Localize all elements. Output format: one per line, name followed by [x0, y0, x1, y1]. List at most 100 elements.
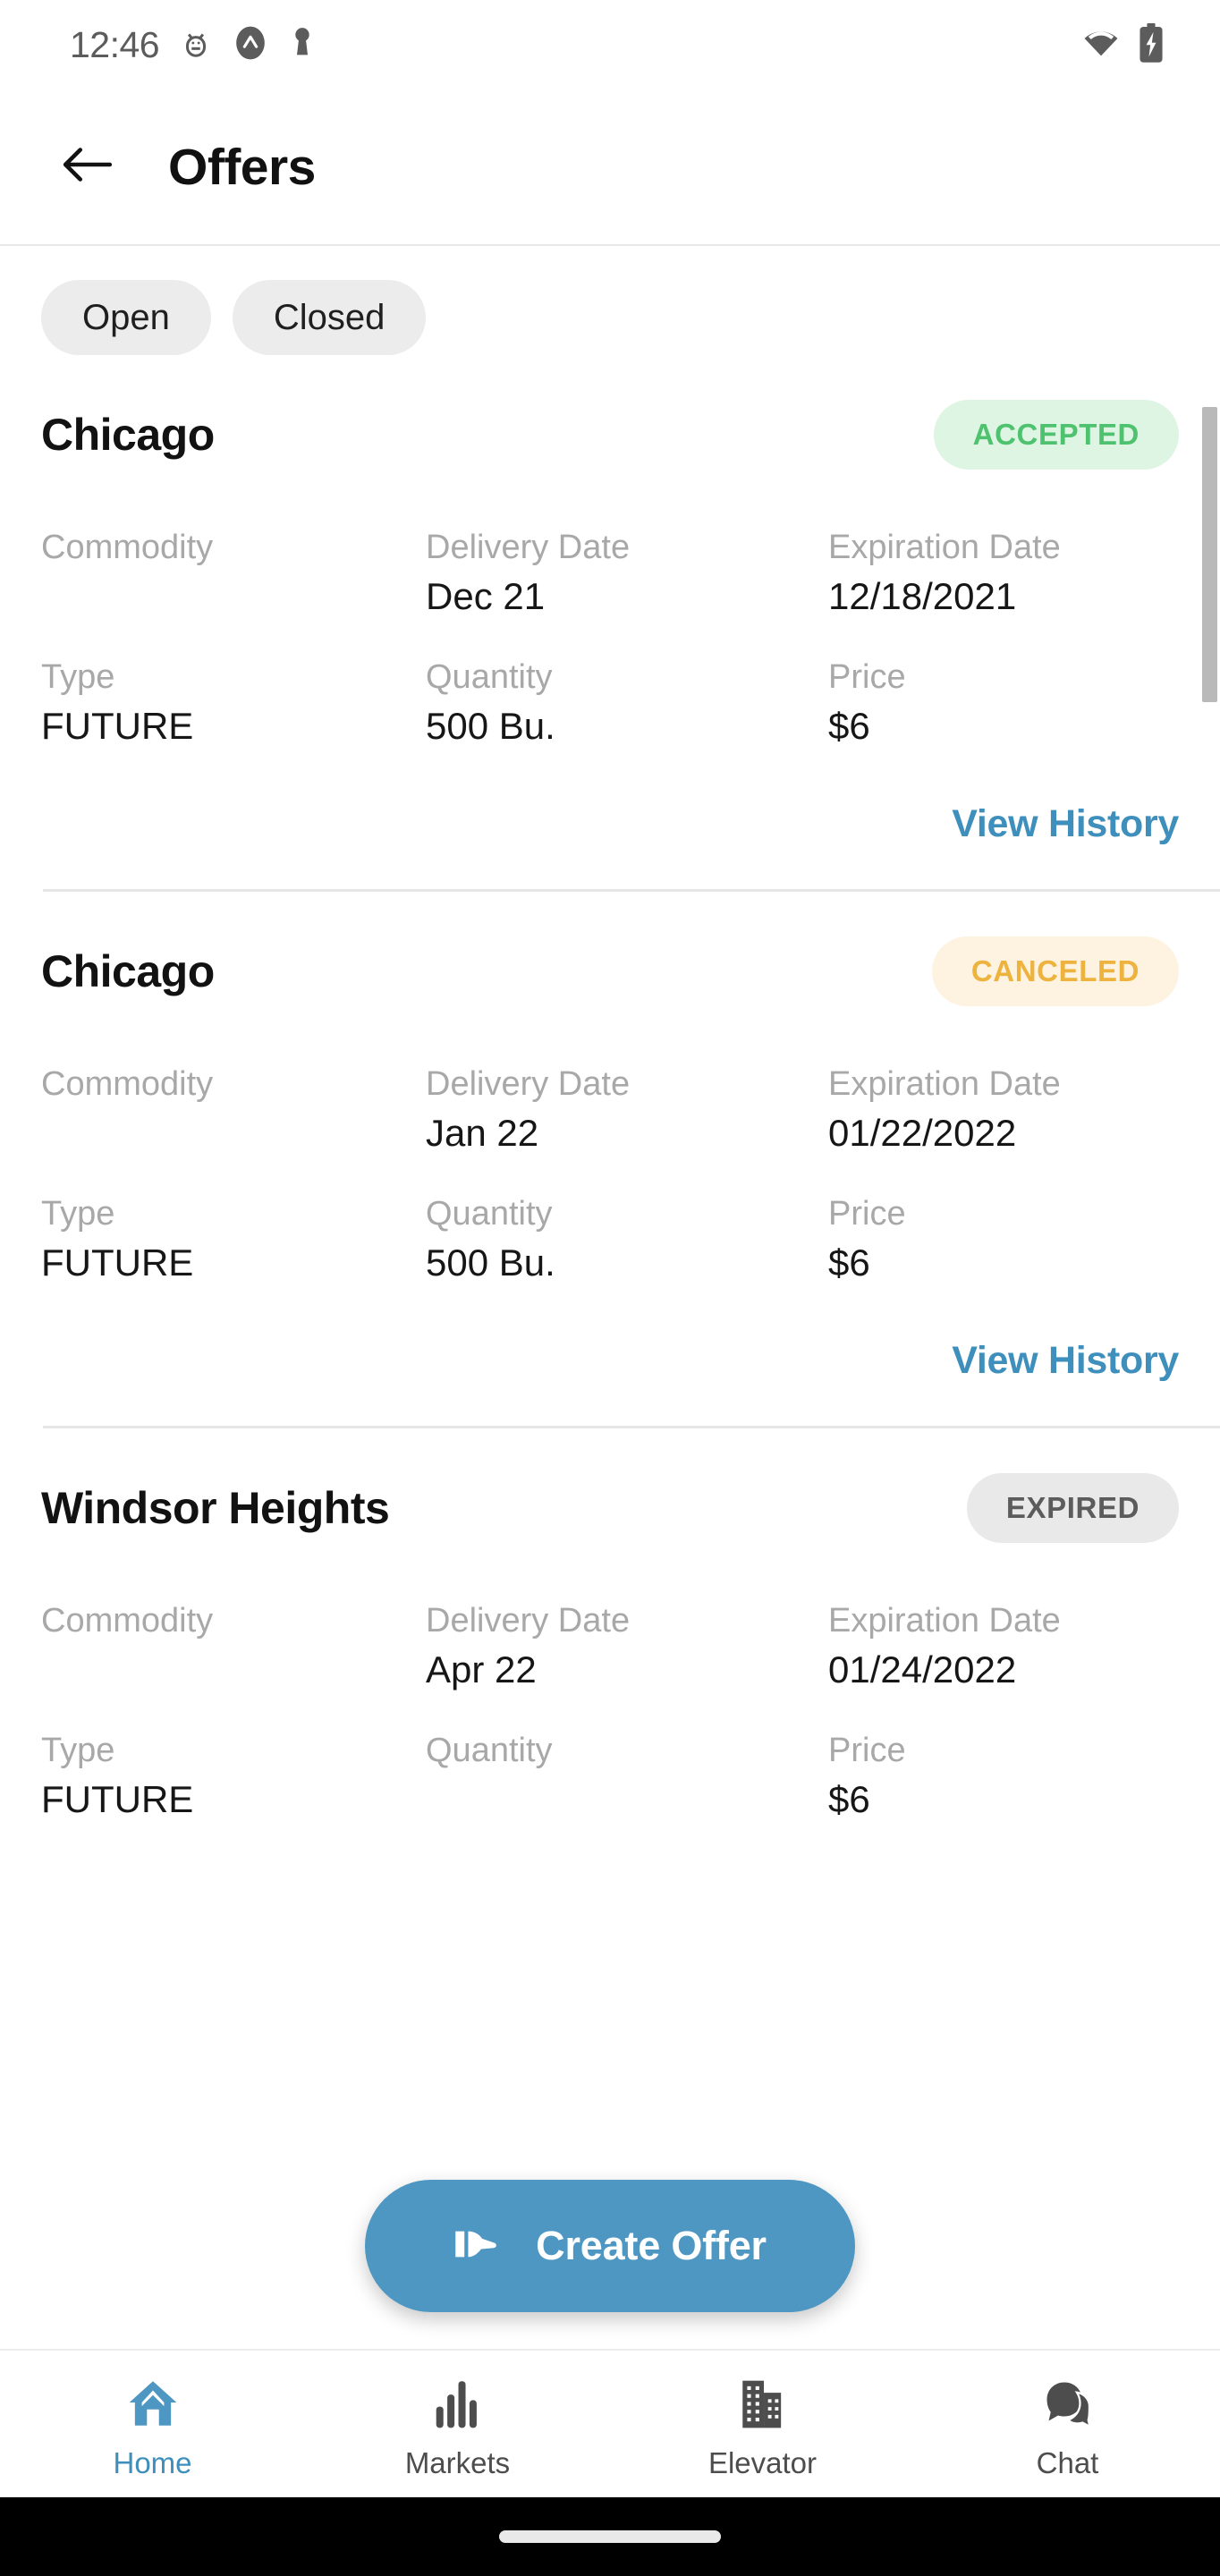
offers-scroll-area[interactable]: Open Closed Chicago ACCEPTED Commodity D…: [0, 248, 1220, 2349]
buildings-icon: [737, 2376, 789, 2436]
field-label: Quantity: [426, 1195, 553, 1233]
offer-card-header: Windsor Heights EXPIRED: [41, 1428, 1179, 1543]
battery-charging-icon: [1138, 22, 1165, 68]
create-offer-button[interactable]: Create Offer: [365, 2180, 855, 2312]
field-expiration-date: Expiration Date 01/22/2022: [828, 1067, 1179, 1154]
field-delivery-date: Delivery Date Apr 22: [426, 1604, 828, 1690]
status-badge: EXPIRED: [966, 1473, 1179, 1543]
gesture-navigation-bar: [0, 2497, 1220, 2576]
field-label: Price: [828, 1195, 906, 1233]
field-label: Price: [828, 1732, 906, 1769]
gesture-home-pill[interactable]: [499, 2530, 721, 2543]
android-debug-icon: [179, 26, 213, 64]
filter-chip-open[interactable]: Open: [41, 280, 211, 355]
view-history-link[interactable]: View History: [952, 802, 1179, 846]
field-value: 01/24/2022: [828, 1648, 1017, 1690]
field-label: Type: [41, 1195, 115, 1233]
offer-location: Chicago: [41, 946, 215, 996]
app-badge-icon: [233, 25, 268, 65]
page-title: Offers: [168, 138, 316, 196]
field-label: Type: [41, 658, 115, 696]
field-value: Dec 21: [426, 575, 546, 617]
field-price: Price $6: [828, 1197, 1179, 1284]
handshake-offer-icon: [453, 2224, 509, 2269]
field-value: $6: [828, 705, 870, 747]
scrollbar-track[interactable]: [1200, 248, 1220, 2349]
field-type: Type FUTURE: [41, 1197, 426, 1284]
offer-card[interactable]: Chicago CANCELED Commodity Delivery Date…: [0, 892, 1220, 1383]
nav-item-label: Elevator: [707, 2446, 818, 2479]
field-value: $6: [828, 1241, 870, 1284]
keyhole-icon: [288, 25, 317, 65]
nav-item-markets[interactable]: Markets: [305, 2351, 610, 2497]
field-quantity: Quantity: [426, 1733, 828, 1820]
field-type: Type FUTURE: [41, 660, 426, 747]
field-value: 01/22/2022: [828, 1112, 1017, 1154]
field-label: Quantity: [426, 658, 553, 696]
field-value: [426, 1781, 828, 1820]
home-icon: [125, 2376, 181, 2436]
field-value: [41, 1114, 426, 1154]
field-value: FUTURE: [41, 705, 194, 747]
field-label: Commodity: [41, 1065, 214, 1103]
offer-field-row-2: Type FUTURE Quantity 500 Bu. Price $6: [41, 660, 1179, 747]
filter-chip-closed[interactable]: Closed: [232, 280, 427, 355]
nav-item-home[interactable]: Home: [0, 2351, 305, 2497]
offer-card-header: Chicago ACCEPTED: [41, 355, 1179, 470]
status-badge: ACCEPTED: [933, 400, 1179, 470]
offer-field-row-1: Commodity Delivery Date Jan 22 Expiratio…: [41, 1067, 1179, 1154]
offer-filter-chips: Open Closed: [0, 248, 1220, 355]
offer-actions: View History: [41, 802, 1179, 846]
field-expiration-date: Expiration Date 12/18/2021: [828, 530, 1179, 617]
nav-item-label: Markets: [404, 2446, 511, 2479]
bottom-navigation: Home Markets Elevator Chat: [0, 2349, 1220, 2497]
field-value: 12/18/2021: [828, 575, 1017, 617]
nav-item-chat[interactable]: Chat: [915, 2351, 1220, 2497]
status-bar-left: 12:46: [70, 24, 317, 66]
field-label: Type: [41, 1732, 115, 1769]
status-bar-right: [1080, 22, 1190, 68]
offer-field-row-1: Commodity Delivery Date Apr 22 Expiratio…: [41, 1604, 1179, 1690]
back-button[interactable]: [54, 133, 122, 201]
field-value: [41, 578, 426, 617]
status-badge: CANCELED: [931, 936, 1179, 1006]
field-commodity: Commodity: [41, 1604, 426, 1690]
field-value: [41, 1651, 426, 1690]
field-delivery-date: Delivery Date Jan 22: [426, 1067, 828, 1154]
status-bar-clock: 12:46: [70, 23, 160, 65]
field-commodity: Commodity: [41, 530, 426, 617]
field-delivery-date: Delivery Date Dec 21: [426, 530, 828, 617]
field-value: Jan 22: [426, 1112, 539, 1154]
app-header: Offers: [0, 89, 1220, 246]
offer-card[interactable]: Chicago ACCEPTED Commodity Delivery Date…: [0, 355, 1220, 846]
field-price: Price $6: [828, 1733, 1179, 1820]
field-value: $6: [828, 1778, 870, 1820]
field-quantity: Quantity 500 Bu.: [426, 1197, 828, 1284]
nav-item-elevator[interactable]: Elevator: [610, 2351, 915, 2497]
field-label: Commodity: [41, 1602, 214, 1640]
view-history-link[interactable]: View History: [952, 1339, 1179, 1383]
status-bar: 12:46: [0, 0, 1220, 89]
nav-item-label: Home: [113, 2446, 192, 2479]
field-label: Delivery Date: [426, 1602, 631, 1640]
field-label: Delivery Date: [426, 1065, 631, 1103]
field-label: Expiration Date: [828, 1602, 1061, 1640]
field-value: Apr 22: [426, 1648, 537, 1690]
offer-card-header: Chicago CANCELED: [41, 892, 1179, 1006]
offer-location: Chicago: [41, 410, 215, 460]
field-value: FUTURE: [41, 1241, 194, 1284]
arrow-left-icon: [60, 141, 115, 192]
scrollbar-thumb[interactable]: [1202, 407, 1217, 702]
field-value: FUTURE: [41, 1778, 194, 1820]
field-value: 500 Bu.: [426, 1241, 555, 1284]
bar-chart-icon: [432, 2376, 484, 2436]
create-offer-label: Create Offer: [536, 2223, 767, 2268]
offer-field-row-2: Type FUTURE Quantity Price $6: [41, 1733, 1179, 1820]
offer-field-row-1: Commodity Delivery Date Dec 21 Expiratio…: [41, 530, 1179, 617]
offer-card[interactable]: Windsor Heights EXPIRED Commodity Delive…: [0, 1428, 1220, 1820]
phone-screen: 12:46 Offers Open Closed Chicago ACCEPTE…: [0, 0, 1220, 2576]
offer-location: Windsor Heights: [41, 1483, 390, 1533]
nav-item-label: Chat: [1036, 2446, 1099, 2479]
chat-bubbles-icon: [1041, 2376, 1095, 2436]
field-commodity: Commodity: [41, 1067, 426, 1154]
